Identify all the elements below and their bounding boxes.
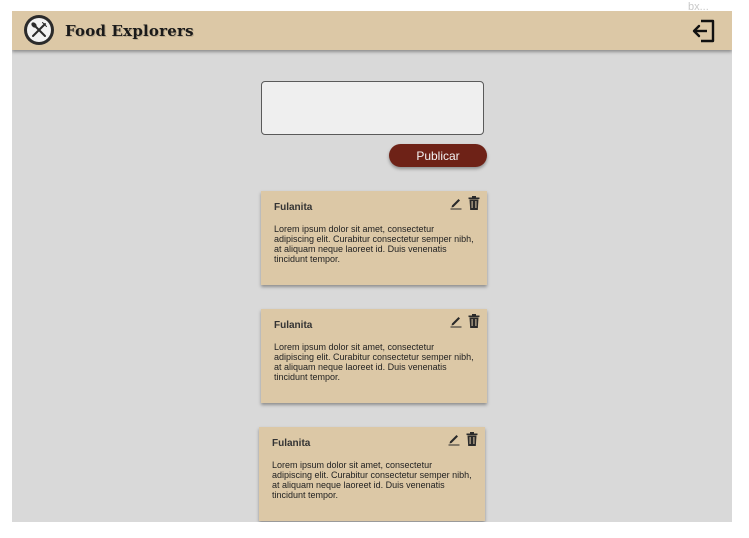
post-composer-input[interactable] bbox=[261, 81, 484, 135]
post-text: Lorem ipsum dolor sit amet, consectetur … bbox=[272, 460, 472, 500]
post-actions bbox=[448, 432, 478, 446]
publish-button[interactable]: Publicar bbox=[389, 144, 487, 167]
post-text: Lorem ipsum dolor sit amet, consectetur … bbox=[274, 224, 474, 264]
post-author: Fulanita bbox=[274, 320, 313, 331]
post-author: Fulanita bbox=[272, 438, 311, 449]
post-text: Lorem ipsum dolor sit amet, consectetur … bbox=[274, 342, 474, 382]
app-frame: Food Explorers Publicar Fulanita Lorem i… bbox=[12, 11, 732, 522]
post-card: Fulanita Lorem ipsum dolor sit amet, con… bbox=[261, 191, 487, 285]
app-brand: Food Explorers bbox=[65, 22, 194, 40]
post-actions bbox=[450, 314, 480, 328]
pencil-icon[interactable] bbox=[448, 432, 460, 446]
trash-icon[interactable] bbox=[466, 432, 478, 446]
trash-icon[interactable] bbox=[468, 196, 480, 210]
post-actions bbox=[450, 196, 480, 210]
pencil-icon[interactable] bbox=[450, 196, 462, 210]
fork-spoon-icon[interactable] bbox=[24, 15, 54, 45]
post-card: Fulanita Lorem ipsum dolor sit amet, con… bbox=[261, 309, 487, 403]
trash-icon[interactable] bbox=[468, 314, 480, 328]
top-header: Food Explorers bbox=[12, 11, 732, 50]
post-author: Fulanita bbox=[274, 202, 313, 213]
post-card: Fulanita Lorem ipsum dolor sit amet, con… bbox=[259, 427, 485, 521]
pencil-icon[interactable] bbox=[450, 314, 462, 328]
logout-icon[interactable] bbox=[691, 18, 717, 44]
